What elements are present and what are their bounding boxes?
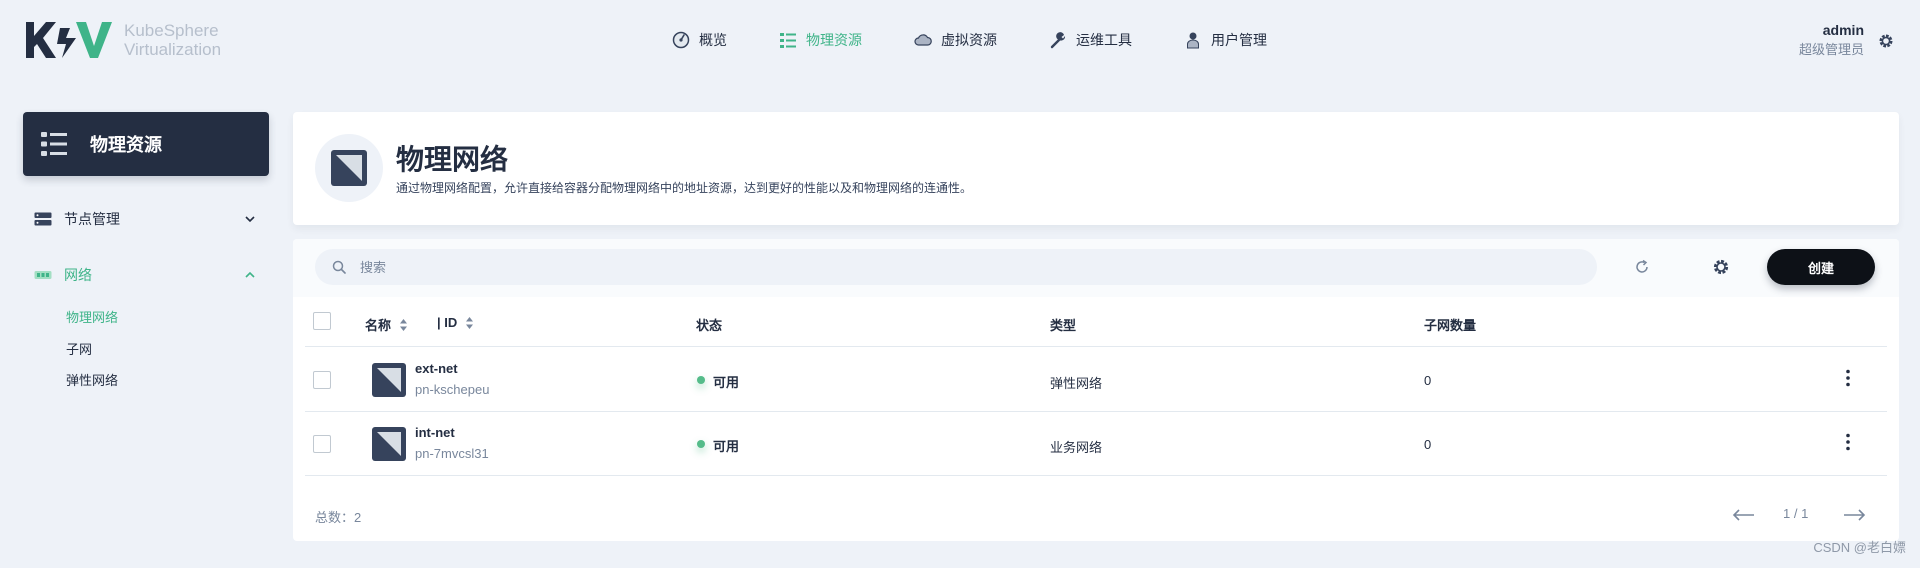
chevron-down-icon: [245, 216, 255, 223]
sidebar-subitem-subnet[interactable]: 子网: [66, 339, 92, 358]
subnet-count: 0: [1424, 437, 1432, 452]
page-title: 物理网络: [396, 144, 509, 175]
sort-icon: [466, 316, 474, 329]
network-name-link[interactable]: ext-net: [415, 361, 458, 376]
user-role: 超级管理员: [1798, 42, 1864, 57]
list-icon: [41, 132, 67, 156]
sidebar-item-network[interactable]: 网络: [34, 263, 260, 287]
search-icon: [332, 260, 346, 274]
sidebar-item-label: 网络: [64, 267, 92, 283]
status-available-icon: [697, 376, 705, 384]
nav-item-overview[interactable]: 概览: [672, 30, 727, 50]
nav-item-virtual-resources[interactable]: 虚拟资源: [914, 30, 997, 50]
column-header-name-label: 名称: [365, 318, 392, 333]
main-nav: 概览 物理资源 虚拟资源 运维工具 用户管理: [672, 30, 1267, 50]
sidebar-title-text: 物理资源: [90, 135, 162, 155]
network-icon: [34, 271, 52, 279]
table-header: 名称 | ID 状态 类型 子网数量: [305, 297, 1887, 347]
logo-text-line1: KubeSphere: [124, 21, 219, 40]
user-icon: [1187, 32, 1199, 49]
network-table-card: 创建 名称 | ID 状态 类型 子网数量 ext-net pn-kschepe…: [293, 239, 1899, 541]
pagination-indicator: 1 / 1: [1783, 506, 1809, 521]
banner-icon-wrap: [315, 134, 383, 202]
list-icon: [780, 33, 796, 48]
nav-item-user-management[interactable]: 用户管理: [1184, 30, 1267, 50]
row-checkbox[interactable]: [313, 435, 331, 453]
table-toolbar: 创建: [293, 239, 1899, 297]
settings-gear-icon[interactable]: [1878, 33, 1894, 49]
physical-network-icon: [372, 427, 406, 461]
column-header-name[interactable]: 名称: [365, 315, 408, 334]
nav-item-label: 虚拟资源: [941, 32, 997, 48]
sidebar-subitem-elastic-network[interactable]: 弹性网络: [66, 370, 118, 389]
page-description: 通过物理网络配置，允许直接给容器分配物理网络中的地址资源，达到更好的性能以及和物…: [396, 181, 973, 195]
more-actions-icon[interactable]: [1845, 368, 1851, 388]
page-banner: 物理网络 通过物理网络配置，允许直接给容器分配物理网络中的地址资源，达到更好的性…: [293, 112, 1899, 225]
network-id: pn-kschepeu: [415, 382, 490, 397]
sidebar-title: 物理资源: [23, 112, 269, 176]
network-id: pn-7mvcsl31: [415, 446, 489, 461]
network-name-link[interactable]: int-net: [415, 425, 455, 440]
column-header-id[interactable]: | ID: [437, 315, 474, 330]
column-header-subnet-count: 子网数量: [1424, 318, 1477, 333]
table-row[interactable]: int-net pn-7mvcsl31 可用 业务网络 0: [305, 412, 1887, 476]
physical-network-icon: [331, 150, 367, 186]
cloud-icon: [914, 34, 932, 46]
logo-text-line2: Virtualization: [124, 40, 222, 59]
column-header-type: 类型: [1050, 318, 1077, 333]
search-input[interactable]: [360, 259, 1560, 275]
top-header: KubeSphere Virtualization 概览 物理资源 虚拟资源 运…: [0, 0, 1920, 88]
network-type: 弹性网络: [1050, 376, 1103, 391]
column-header-id-label: | ID: [437, 315, 458, 330]
chevron-up-icon: [245, 271, 255, 278]
arrow-right-icon[interactable]: [1843, 508, 1867, 522]
nav-item-label: 运维工具: [1076, 32, 1132, 48]
nav-item-physical-resources[interactable]: 物理资源: [779, 30, 862, 50]
select-all-checkbox[interactable]: [313, 312, 331, 330]
refresh-icon[interactable]: [1633, 258, 1651, 276]
nav-item-label: 概览: [699, 32, 727, 48]
status-text: 可用: [713, 375, 740, 390]
user-info[interactable]: admin 超级管理员: [1799, 21, 1864, 61]
table-row[interactable]: ext-net pn-kschepeu 可用 弹性网络 0: [305, 348, 1887, 412]
app-logo[interactable]: KubeSphere Virtualization: [24, 20, 221, 60]
column-header-status: 状态: [696, 318, 723, 333]
more-actions-icon[interactable]: [1845, 432, 1851, 452]
sidebar-item-label: 节点管理: [64, 211, 120, 227]
search-bar[interactable]: [315, 249, 1597, 285]
status-text: 可用: [713, 439, 740, 454]
wrench-icon: [1050, 32, 1066, 49]
nav-item-label: 用户管理: [1211, 32, 1267, 48]
sort-icon: [400, 318, 408, 331]
create-button[interactable]: 创建: [1767, 249, 1875, 285]
subnet-count: 0: [1424, 373, 1432, 388]
physical-network-icon: [372, 363, 406, 397]
watermark: CSDN @老白嫖: [1813, 540, 1906, 555]
status-available-icon: [697, 440, 705, 448]
row-checkbox[interactable]: [313, 371, 331, 389]
server-icon: [34, 212, 52, 226]
logo-text: KubeSphere Virtualization: [124, 21, 221, 59]
table-settings-gear-icon[interactable]: [1712, 258, 1730, 276]
dashboard-icon: [672, 31, 690, 49]
ksv-logo-icon: [26, 22, 112, 58]
total-count: 总数：2: [315, 510, 362, 525]
network-type: 业务网络: [1050, 440, 1103, 455]
nav-item-ops-tools[interactable]: 运维工具: [1049, 30, 1132, 50]
user-name: admin: [1822, 22, 1864, 38]
sidebar-item-node-management[interactable]: 节点管理: [34, 207, 260, 231]
arrow-left-icon[interactable]: [1731, 508, 1755, 522]
sidebar-subitem-physical-network[interactable]: 物理网络: [66, 307, 118, 326]
nav-item-label: 物理资源: [806, 32, 862, 48]
